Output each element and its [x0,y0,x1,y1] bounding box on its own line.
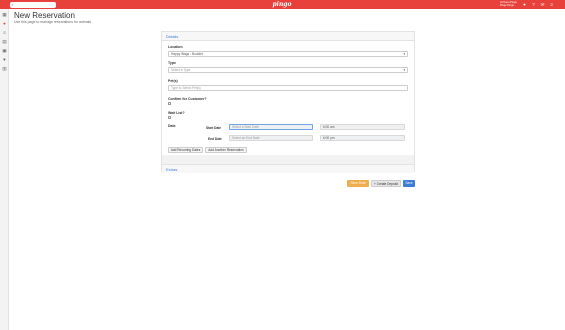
type-label: Type [168,61,176,65]
details-tab[interactable]: Details [166,34,178,39]
pets-label: Pet(s) [168,79,178,83]
table-icon[interactable]: ▥ [2,66,7,71]
page-subtitle: Use this page to manage reservations for… [14,20,92,24]
end-date-label: End Date [208,137,222,141]
start-date-label: Start Date [206,126,222,130]
list-icon[interactable]: ≡ [2,30,7,35]
save-draft-button[interactable]: Save Draft [347,180,369,187]
details-body: Location Happy Wags - Boulder ▾ Type Sel… [162,41,414,155]
confirm-checkbox[interactable] [168,102,171,105]
type-select[interactable]: Select a Type ▾ [168,67,408,73]
pets-input[interactable]: Type to Select Pet(s) [168,85,408,91]
user-menu[interactable]: Hi Team Pingo Pingo Pingo [500,1,520,7]
date-label: Date [168,124,176,128]
user-icon[interactable]: ☺ [549,2,554,7]
start-date-input[interactable]: Select a Start Date [229,124,313,130]
calendar-icon[interactable]: ▦ [2,12,7,17]
chevron-down-icon: ▾ [403,52,405,56]
user-line2: Pingo Pingo [500,4,514,8]
search-icon: ⌕ [11,1,14,7]
save-button[interactable]: Save [403,180,415,187]
search-input[interactable]: ⌕ [10,1,56,8]
brand-logo[interactable]: pingo [270,1,294,8]
confirm-label: Confirm for Customer? [168,97,207,101]
inbox-icon[interactable]: ▣ [2,48,7,53]
extras-header: Extras [162,164,414,173]
extras-tab[interactable]: Extras [166,167,177,172]
details-header: Details [162,32,414,41]
top-bar: ⌕ pingo Hi Team Pingo Pingo Pingo ● ? ✉ … [0,0,565,9]
location-label: Location [168,45,183,49]
start-time-input[interactable]: 6:00 am [320,124,405,130]
add-recurring-dates-button[interactable]: Add Recurring Dates [168,147,203,153]
create-deposit-button[interactable]: + Create Deposit [371,180,401,187]
reservation-panel: Details Location Happy Wags - Boulder ▾ … [161,31,415,173]
location-select[interactable]: Happy Wags - Boulder ▾ [168,51,408,57]
add-another-reservation-button[interactable]: Add Another Reservation [205,147,247,153]
end-date-input[interactable]: Select an End Date [229,135,313,141]
grid-icon[interactable]: ▤ [2,39,7,44]
circle-icon[interactable]: ● [2,21,7,26]
sidebar: ▦ ● ≡ ▤ ▣ ♥ ▥ [0,9,9,330]
heart-icon[interactable]: ♥ [2,57,7,62]
chevron-down-icon: ▾ [403,68,405,72]
waitlist-checkbox[interactable] [168,116,171,119]
chat-icon[interactable]: ✉ [540,2,545,7]
waitlist-label: Wait List? [168,111,185,115]
end-time-input[interactable]: 6:00 pm [320,135,405,141]
help-icon[interactable]: ? [531,2,536,7]
bell-icon[interactable]: ● [522,2,527,7]
